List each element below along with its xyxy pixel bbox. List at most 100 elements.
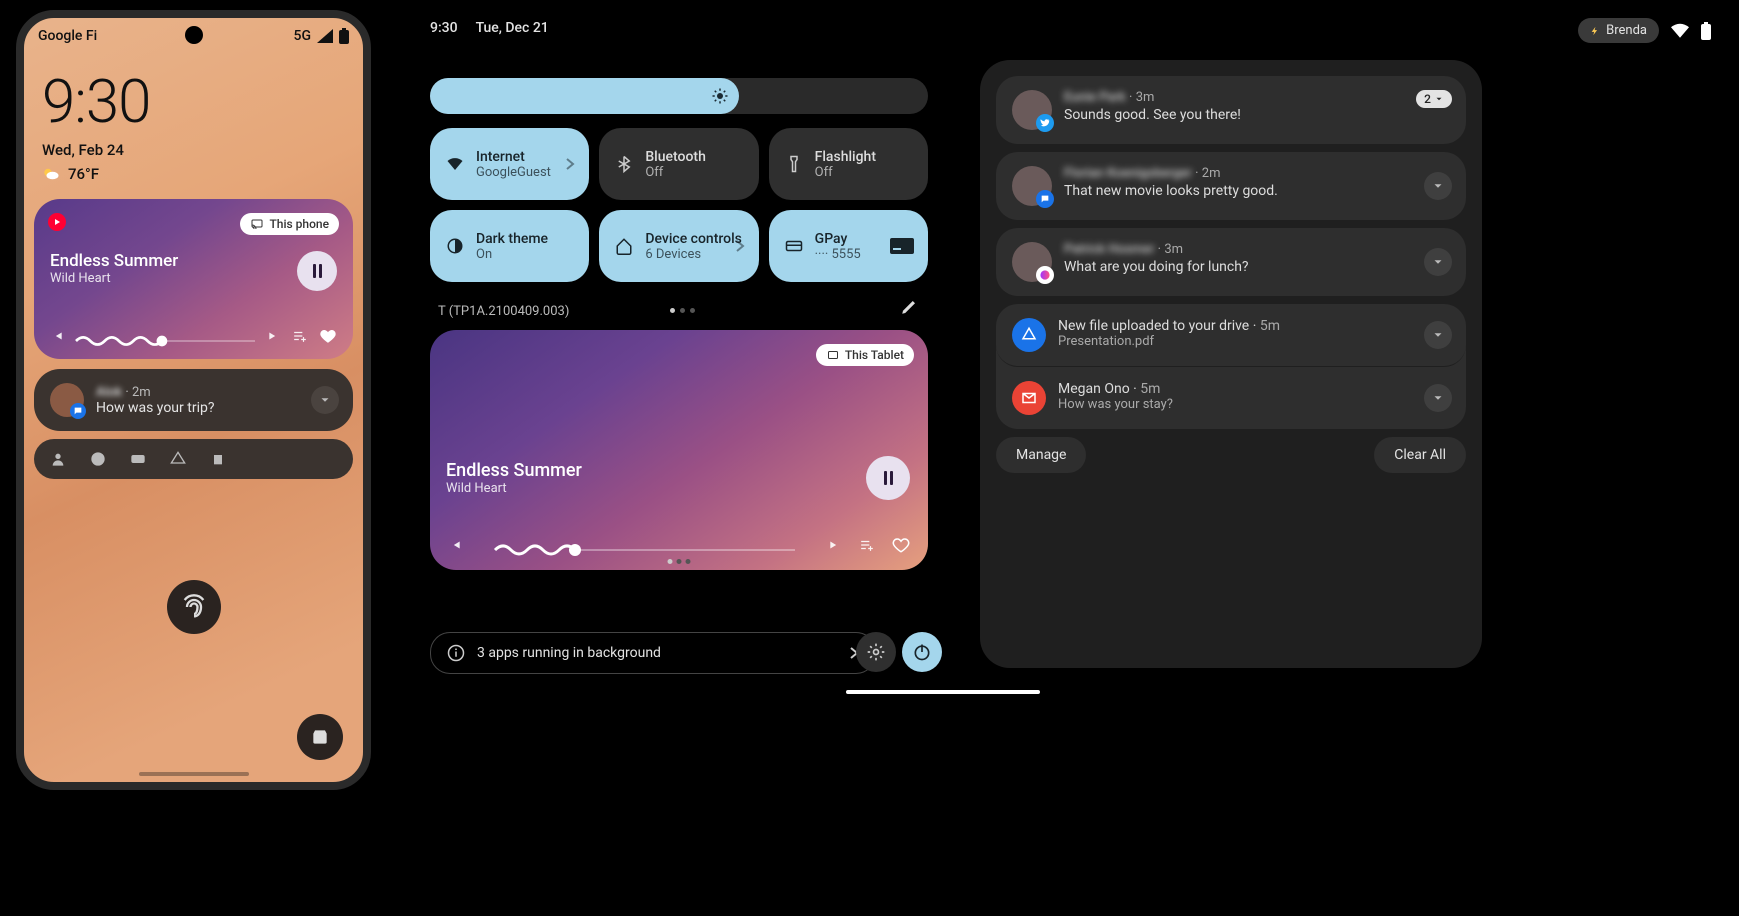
notif-time: 2m	[132, 385, 151, 400]
gesture-bar[interactable]	[846, 690, 1040, 694]
gmail-icon	[1012, 381, 1046, 415]
lockscreen-time: 9:30	[42, 66, 345, 137]
avatar	[1012, 166, 1052, 206]
queue-add-icon[interactable]	[860, 538, 874, 552]
track-artist: Wild Heart	[50, 271, 178, 286]
notification-group: New file uploaded to your drive · 5m Pre…	[996, 304, 1466, 429]
tablet-status-right: Brenda	[1578, 18, 1711, 43]
carrier-label: Google Fi	[38, 28, 97, 44]
gesture-bar[interactable]	[139, 772, 249, 776]
previous-icon[interactable]	[50, 329, 64, 343]
pause-button[interactable]	[297, 251, 337, 291]
tablet-time: 9:30	[430, 20, 458, 36]
notification-item[interactable]: New file uploaded to your drive · 5m Pre…	[996, 304, 1466, 367]
tile-internet[interactable]: InternetGoogleGuest	[430, 128, 589, 200]
weather-temp: 76°F	[68, 165, 99, 183]
home-icon	[615, 237, 633, 255]
tablet-date: Tue, Dec 21	[476, 20, 549, 36]
user-chip[interactable]: Brenda	[1578, 18, 1659, 43]
expand-button[interactable]	[1424, 172, 1452, 200]
user-name: Brenda	[1606, 23, 1647, 38]
heart-icon[interactable]	[319, 327, 337, 345]
trash-icon	[210, 451, 226, 467]
network-label: 5G	[294, 28, 312, 44]
expand-button[interactable]	[1424, 321, 1452, 349]
running-apps-label: 3 apps running in background	[477, 645, 661, 661]
tile-dark-theme[interactable]: Dark themeOn	[430, 210, 589, 282]
expand-button[interactable]	[1424, 384, 1452, 412]
media-card[interactable]: This phone Endless Summer Wild Heart	[34, 199, 353, 359]
brightness-icon	[711, 87, 729, 105]
phone-lockscreen: Google Fi 5G 9:30 Wed, Feb 24 76°F This …	[16, 10, 371, 790]
wifi-icon	[446, 155, 464, 173]
running-apps-pill[interactable]: 3 apps running in background	[430, 632, 876, 674]
count-chip[interactable]: 2	[1416, 90, 1452, 108]
heart-icon[interactable]	[892, 536, 910, 554]
power-button[interactable]	[902, 632, 942, 672]
profile-icon	[50, 451, 66, 467]
dark-mode-icon	[446, 237, 464, 255]
next-icon[interactable]	[267, 329, 281, 343]
track-title: Endless Summer	[446, 460, 582, 481]
notification-item[interactable]: Patrick Hosmer · 3m What are you doing f…	[996, 228, 1466, 296]
weather-row[interactable]: 76°F	[42, 165, 345, 183]
avatar	[1012, 242, 1052, 282]
bluetooth-icon	[615, 155, 633, 173]
cast-label: This phone	[269, 217, 329, 231]
weather-icon	[42, 165, 60, 183]
expand-button[interactable]	[1424, 248, 1452, 276]
seek-bar[interactable]	[76, 333, 255, 339]
previous-icon[interactable]	[448, 538, 462, 552]
brightness-slider[interactable]	[430, 78, 928, 114]
queue-add-icon[interactable]	[293, 329, 307, 343]
notification-item[interactable]: Florian Koenigsberger · 2m That new movi…	[996, 152, 1466, 220]
settings-button[interactable]	[856, 632, 896, 672]
chevron-right-icon	[565, 157, 575, 171]
cast-icon	[250, 218, 264, 230]
chevron-right-icon	[735, 239, 745, 253]
drive-icon	[1012, 318, 1046, 352]
tile-gpay[interactable]: GPay···· 5555	[769, 210, 928, 282]
tile-flashlight[interactable]: FlashlightOff	[769, 128, 928, 200]
facebook-icon	[90, 451, 106, 467]
notification-item[interactable]: Megan Ono · 5m How was your stay?	[996, 367, 1466, 429]
clear-all-button[interactable]: Clear All	[1374, 437, 1466, 473]
fingerprint-button[interactable]	[167, 580, 221, 634]
tile-bluetooth[interactable]: BluetoothOff	[599, 128, 758, 200]
wifi-icon	[1671, 24, 1689, 38]
seek-bar[interactable]	[480, 542, 810, 548]
notification-shade: Eunie Park · 3m Sounds good. See you the…	[980, 60, 1482, 668]
page-indicator	[670, 308, 695, 313]
build-label: T (TP1A.2100409.003)	[438, 304, 569, 319]
notification-icon-row[interactable]	[34, 439, 353, 479]
youtube-music-icon	[48, 213, 66, 231]
signal-icon	[317, 29, 333, 43]
notif-sender: Alok	[96, 385, 122, 400]
avatar	[50, 383, 84, 417]
card-icon	[785, 237, 803, 255]
card-thumbnail-icon	[890, 238, 914, 254]
pause-button[interactable]	[866, 456, 910, 500]
expand-button[interactable]	[311, 386, 339, 414]
tablet-status-left: 9:30 Tue, Dec 21	[430, 20, 549, 36]
youtube-icon	[130, 451, 146, 467]
battery-icon	[339, 28, 349, 44]
lockscreen-date: Wed, Feb 24	[42, 141, 345, 159]
cast-chip[interactable]: This phone	[240, 213, 339, 235]
cast-chip[interactable]: This Tablet	[816, 344, 914, 366]
track-title: Endless Summer	[50, 251, 178, 271]
drive-icon	[170, 451, 186, 467]
avatar	[1012, 90, 1052, 130]
notification-item[interactable]: Alok · 2m How was your trip?	[34, 369, 353, 431]
notification-item[interactable]: Eunie Park · 3m Sounds good. See you the…	[996, 76, 1466, 144]
manage-button[interactable]: Manage	[996, 437, 1086, 473]
next-icon[interactable]	[828, 538, 842, 552]
edit-tiles-button[interactable]	[900, 298, 920, 318]
tablet-icon	[826, 349, 840, 361]
camera-punch-hole	[185, 26, 203, 44]
bolt-icon	[1590, 25, 1600, 37]
tablet-media-card[interactable]: This Tablet Endless Summer Wild Heart	[430, 330, 928, 570]
tile-device-controls[interactable]: Device controls6 Devices	[599, 210, 758, 282]
wallet-button[interactable]	[297, 714, 343, 760]
info-icon	[447, 644, 465, 662]
